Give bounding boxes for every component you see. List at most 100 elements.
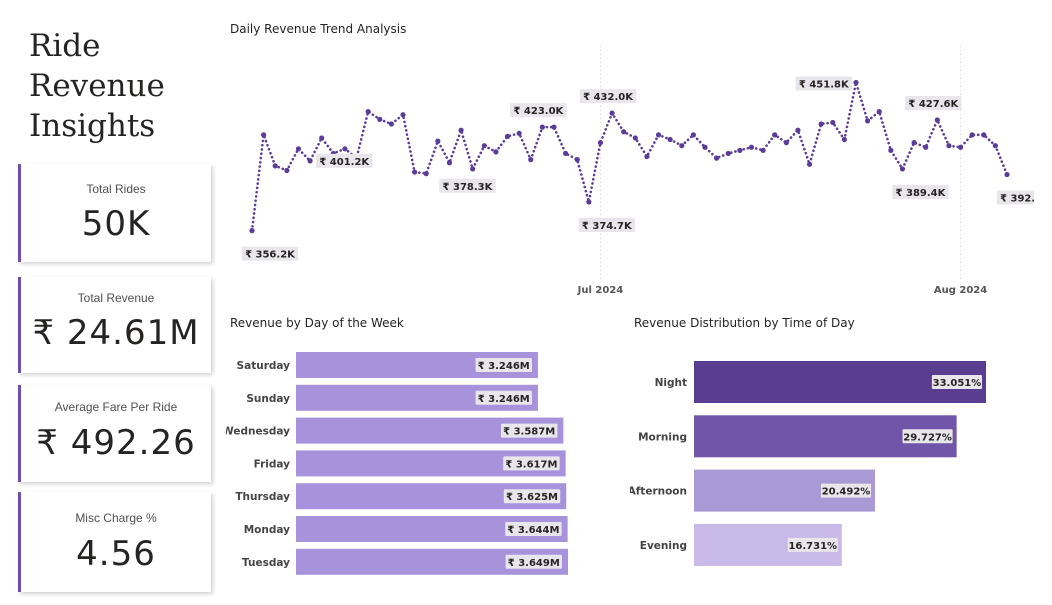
data-point [249,228,255,234]
data-point [667,136,673,143]
data-point [400,112,406,118]
data-point [760,147,766,153]
kpi-label: Misc Charge % [75,511,157,525]
day-bar-chart: Saturday ₹ 3.246M Sunday ₹ 3.246M Wednesday ₹… [226,352,568,575]
x-tick-label: Aug 2024 [934,285,987,296]
kpi-label: Total Rides [86,182,146,196]
category-label: Night [655,377,687,389]
kpi-card-misc-charge[interactable]: Misc Charge % 4.56 [18,492,211,592]
data-point [957,144,964,150]
data-point [388,121,394,127]
data-point [876,109,882,115]
data-point [284,167,290,174]
data-label: ₹ 3.649M [508,558,560,569]
data-label: ₹ 389.4K [896,188,947,199]
data-point [946,143,952,149]
data-point [865,118,871,124]
data-point [772,132,778,138]
data-point [481,143,487,149]
data-label: 20.492% [822,487,871,498]
data-label: ₹ 374.7K [582,221,633,232]
data-point [748,144,755,150]
data-point [830,119,836,126]
category-label: Evening [640,540,687,552]
data-point [412,169,418,175]
data-label: 16.731% [788,541,837,552]
data-point [853,79,859,86]
data-point [319,135,325,141]
category-label: Saturday [237,360,291,372]
data-point [458,127,464,133]
data-point [783,140,789,146]
data-point [609,110,615,116]
category-label: Afternoon [630,486,687,498]
data-point [307,158,313,164]
x-tick-label: Jul 2024 [577,285,624,296]
category-label: Wednesday [226,426,290,438]
data-label: ₹ 3.246M [478,394,530,405]
data-label: 29.727% [903,432,952,443]
data-point [632,135,638,141]
day-chart-panel[interactable]: Revenue by Day of the Week Saturday ₹ 3.2… [226,312,621,592]
data-point [516,130,522,136]
data-point [563,150,569,157]
page-title-line: Ride [29,28,101,64]
category-label: Sunday [246,393,290,405]
category-label: Thursday [235,491,290,503]
data-point [528,157,534,163]
category-label: Morning [638,431,687,443]
time-chart-panel[interactable]: Revenue Distribution by Time of Day Nigh… [630,312,1034,592]
data-point [272,163,278,169]
data-point [899,166,906,172]
data-point [621,129,627,135]
kpi-card-total-rides[interactable]: Total Rides 50K [18,164,211,262]
kpi-value: ₹ 24.61M [32,313,200,353]
data-point [679,143,685,149]
data-point [1004,171,1010,178]
category-label: Friday [254,458,291,470]
data-point [261,132,267,138]
page-title-line: Insights [29,108,156,144]
line-chart-panel[interactable]: Daily Revenue Trend Analysis Jul 2024 Aug… [226,18,1034,304]
data-point [470,166,476,172]
category-label: Tuesday [242,557,290,569]
data-label: ₹ 3.625M [506,492,558,503]
data-point [435,138,441,144]
kpi-value: ₹ 492.26 [36,423,196,463]
data-point [423,171,429,177]
kpi-card-total-revenue[interactable]: Total Revenue ₹ 24.61M [18,277,211,373]
kpi-label: Average Fare Per Ride [54,400,178,414]
data-point [702,144,708,150]
data-point [342,146,348,152]
data-point [992,143,998,149]
data-label: ₹ 3.587M [503,427,555,438]
data-label: ₹ 3.644M [507,525,559,536]
data-label: ₹ 392.4K [1000,194,1034,205]
data-point [504,133,511,139]
data-point [551,124,557,130]
data-point [539,124,545,130]
data-point [981,132,987,138]
data-label: ₹ 451.8K [799,79,850,90]
time-bar-chart: Night 33.051% Morning 29.727% Afternoon 20.49… [630,361,986,566]
data-point [446,160,453,166]
data-point [806,161,813,167]
data-label: ₹ 356.2K [245,250,296,261]
kpi-value: 50K [81,204,151,244]
data-label: ₹ 3.246M [478,361,530,372]
data-label: ₹ 423.0K [513,106,564,117]
line-chart: Jul 2024 Aug 2024 ₹ 356.2K ₹ 401.2K ₹ 378.3K… [241,46,1034,296]
data-point [818,121,824,127]
data-point [888,147,894,153]
data-point [377,116,383,122]
data-point [493,149,499,155]
page-title: Ride Revenue Insights [29,26,214,146]
data-point [934,117,940,123]
data-point [841,136,847,143]
data-point [365,109,371,115]
data-label: ₹ 401.2K [319,157,370,168]
kpi-card-average-fare[interactable]: Average Fare Per Ride ₹ 492.26 [18,385,211,482]
data-point [644,153,650,160]
category-label: Monday [244,524,290,536]
data-point [795,127,801,133]
